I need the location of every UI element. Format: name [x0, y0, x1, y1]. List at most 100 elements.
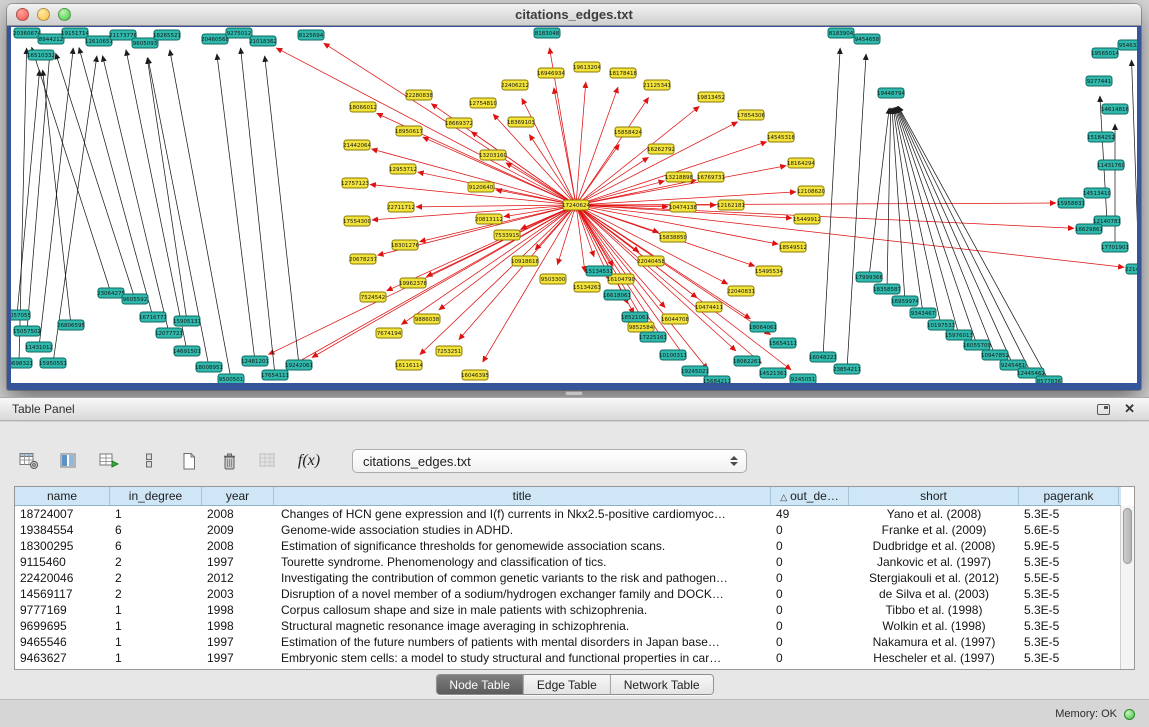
graph-node[interactable]: 15838850: [659, 232, 687, 242]
graph-node[interactable]: 12953712: [389, 164, 417, 174]
row-selection-icon[interactable]: [136, 449, 162, 473]
graph-node[interactable]: 18358587: [873, 284, 901, 294]
table-source-select[interactable]: citations_edges.txt: [352, 449, 747, 473]
graph-node[interactable]: 20057055: [11, 310, 31, 320]
graph-node[interactable]: 20813112: [475, 214, 503, 224]
column-header-in_degree[interactable]: in_degree: [110, 487, 202, 505]
graph-node[interactable]: 16044708: [661, 314, 689, 324]
graph-node[interactable]: 23854211: [833, 364, 861, 374]
delete-column-icon[interactable]: [216, 449, 242, 473]
column-header-year[interactable]: year: [202, 487, 274, 505]
graph-node[interactable]: 15858424: [614, 127, 642, 137]
graph-node[interactable]: 18178418: [609, 68, 637, 78]
zoom-window-button[interactable]: [58, 8, 71, 21]
table-row[interactable]: 1830029562008Estimation of significance …: [15, 538, 1121, 554]
graph-node[interactable]: 17554300: [343, 216, 371, 226]
new-column-icon[interactable]: [176, 449, 202, 473]
graph-node[interactable]: 10918618: [511, 256, 539, 266]
graph-node[interactable]: 18301276: [391, 240, 419, 250]
table-row[interactable]: 977716911998Corpus callosum shape and si…: [15, 602, 1121, 618]
graph-node[interactable]: 12108620: [797, 186, 825, 196]
graph-node[interactable]: 14521361: [759, 368, 787, 378]
scrollbar-thumb[interactable]: [1123, 508, 1132, 564]
table-row[interactable]: 911546021997Tourette syndrome. Phenomeno…: [15, 554, 1121, 570]
graph-node[interactable]: 10947852: [981, 350, 1009, 360]
graph-node[interactable]: 18521061: [621, 312, 649, 322]
graph-node[interactable]: 19448794: [877, 88, 905, 98]
splitter-handle[interactable]: [565, 391, 583, 396]
tab-edge-table[interactable]: Edge Table: [524, 675, 611, 694]
window-titlebar[interactable]: citations_edges.txt: [7, 4, 1141, 26]
graph-node[interactable]: 16618061: [603, 290, 631, 300]
graph-node[interactable]: 15654111: [769, 338, 797, 348]
graph-node[interactable]: 21018362: [249, 36, 277, 46]
graph-node[interactable]: 16716771: [139, 312, 167, 322]
network-canvas[interactable]: 1724062415858424162627921321889810474138…: [11, 27, 1137, 383]
graph-node[interactable]: 16055709: [963, 340, 991, 350]
graph-node[interactable]: 12754810: [469, 98, 497, 108]
table-row[interactable]: 2242004622012Investigating the contribut…: [15, 570, 1121, 586]
graph-node[interactable]: 12481201: [241, 356, 269, 366]
graph-node[interactable]: 18164294: [787, 158, 815, 168]
close-panel-icon[interactable]: ✕: [1124, 401, 1135, 417]
graph-node[interactable]: 15449912: [793, 214, 821, 224]
graph-node[interactable]: 8577836: [1036, 376, 1062, 383]
graph-node[interactable]: 8183904: [828, 28, 854, 38]
graph-node[interactable]: 15684211: [703, 376, 731, 383]
graph-node[interactable]: 22711712: [387, 202, 415, 212]
graph-node[interactable]: 16116114: [395, 360, 423, 370]
graph-node[interactable]: 12162181: [717, 200, 745, 210]
graph-node[interactable]: 22406212: [501, 80, 529, 90]
graph-node[interactable]: 9500501: [218, 374, 244, 383]
graph-node[interactable]: 19245021: [681, 366, 709, 376]
graph-node[interactable]: 19962378: [399, 278, 427, 288]
graph-node[interactable]: 22148101: [1125, 264, 1137, 274]
graph-node[interactable]: 7524542: [360, 292, 386, 302]
graph-node[interactable]: 19565014: [1091, 48, 1119, 58]
close-window-button[interactable]: [16, 8, 29, 21]
graph-node[interactable]: 18008951: [195, 362, 223, 372]
graph-node[interactable]: 16048221: [809, 352, 837, 362]
graph-node[interactable]: 15134263: [573, 282, 601, 292]
graph-node[interactable]: 15905131: [173, 316, 201, 326]
graph-node[interactable]: 22040831: [727, 286, 755, 296]
graph-node[interactable]: 15134531: [585, 266, 613, 276]
graph-node[interactable]: 9343467: [910, 308, 936, 318]
graph-node[interactable]: 16946934: [537, 68, 565, 78]
graph-node[interactable]: 8183048: [534, 28, 560, 38]
graph-node[interactable]: 18698321: [11, 358, 33, 368]
graph-node[interactable]: 21125341: [643, 80, 671, 90]
column-header-out_degree[interactable]: △out_de…: [771, 487, 849, 505]
graph-node[interactable]: 7674194: [376, 328, 402, 338]
graph-node[interactable]: 18062261: [733, 356, 761, 366]
graph-node[interactable]: 16959974: [891, 296, 919, 306]
graph-node[interactable]: 17701901: [1101, 242, 1129, 252]
graph-node[interactable]: 9605592: [122, 294, 148, 304]
graph-node[interactable]: 13203160: [479, 150, 507, 160]
graph-node[interactable]: 9120640: [468, 182, 494, 192]
graph-node[interactable]: 11431012: [25, 342, 53, 352]
graph-node[interactable]: 10474411: [695, 302, 723, 312]
graph-node[interactable]: 20360674: [13, 28, 41, 38]
function-builder-icon[interactable]: f(x): [296, 449, 322, 473]
graph-node[interactable]: 16769731: [697, 172, 725, 182]
graph-node[interactable]: 10474138: [669, 202, 697, 212]
graph-node[interactable]: 22280838: [405, 90, 433, 100]
graph-node[interactable]: 20678237: [349, 254, 377, 264]
graph-node[interactable]: 22040458: [637, 256, 665, 266]
edit-table-icon[interactable]: [96, 449, 122, 473]
graph-node[interactable]: 18066012: [349, 102, 377, 112]
graph-node[interactable]: 9275012: [226, 28, 252, 38]
table-options-icon[interactable]: [16, 449, 42, 473]
graph-node[interactable]: 18064061: [749, 322, 777, 332]
graph-node[interactable]: 16510332: [27, 50, 55, 60]
hub-node[interactable]: 17240624: [562, 200, 590, 210]
graph-node[interactable]: 19242061: [285, 360, 313, 370]
graph-node[interactable]: 9503300: [540, 274, 566, 284]
graph-node[interactable]: 9277441: [1086, 76, 1112, 86]
graph-node[interactable]: 12757123: [341, 178, 369, 188]
graph-node[interactable]: 19813452: [697, 92, 725, 102]
graph-node[interactable]: 12077721: [155, 328, 183, 338]
graph-node[interactable]: 10100311: [659, 350, 687, 360]
graph-node[interactable]: 16262792: [647, 144, 675, 154]
